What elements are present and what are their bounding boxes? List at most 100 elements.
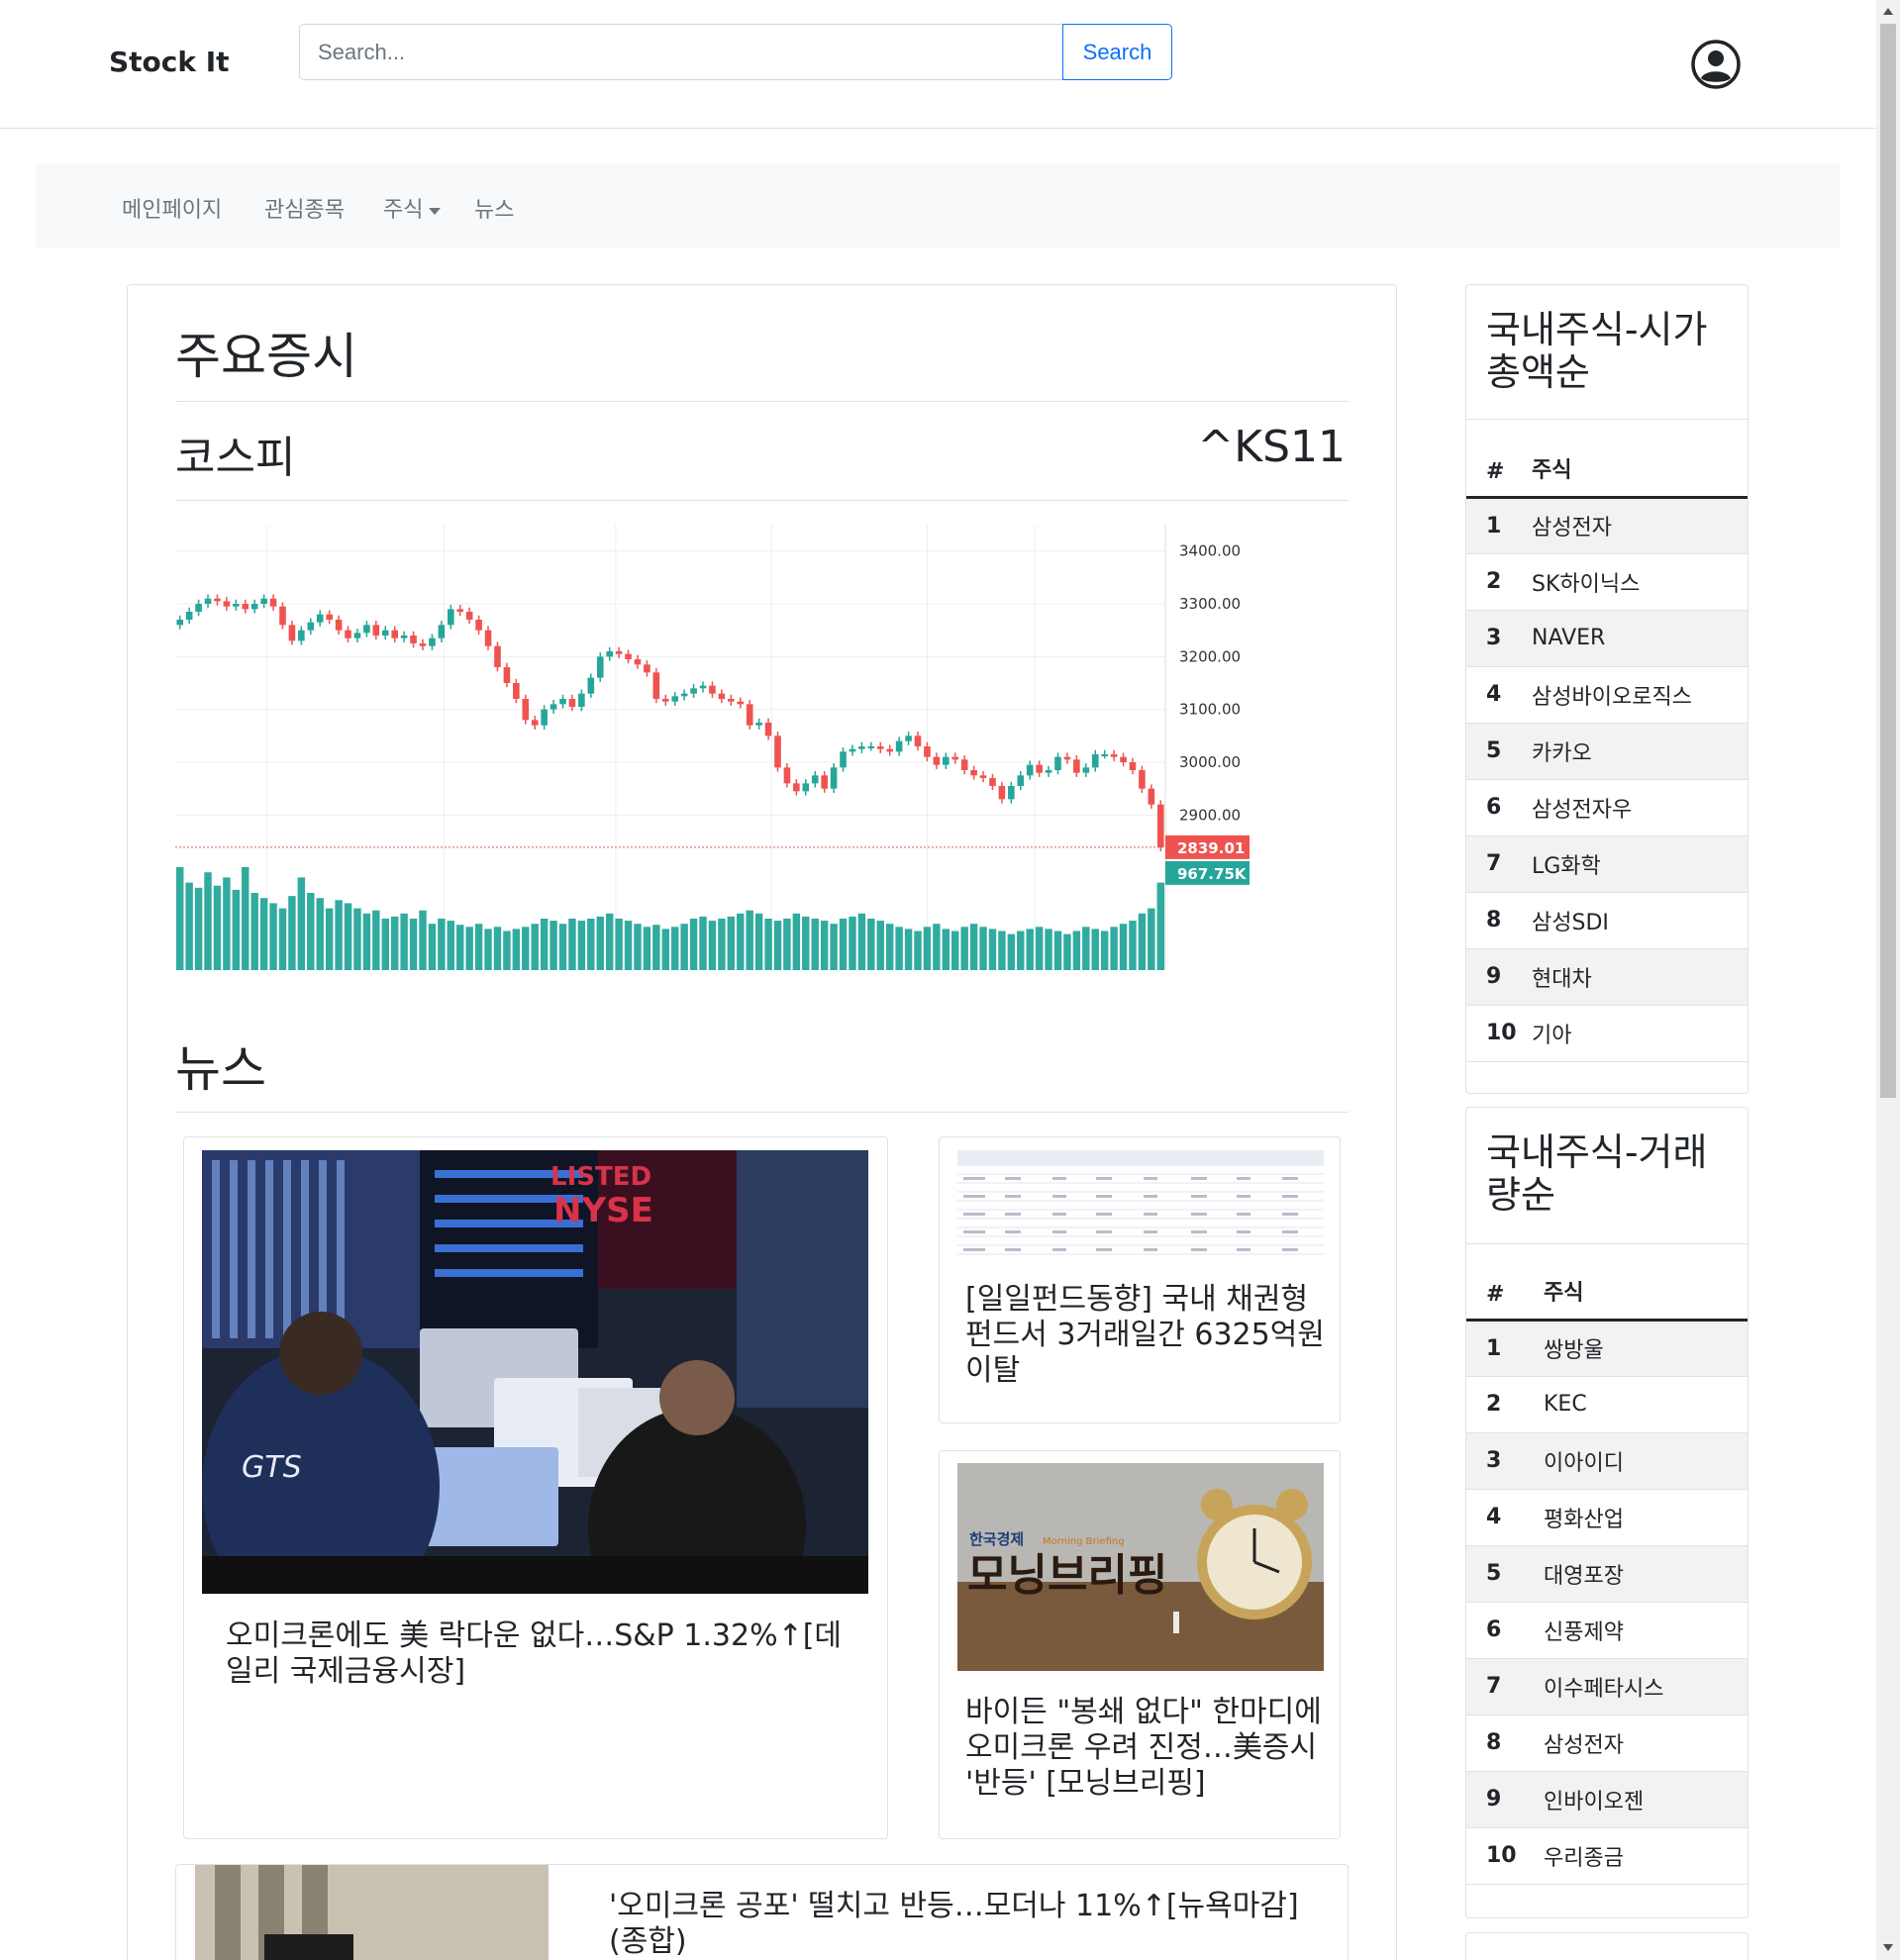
news-card[interactable]: 한국경제 Morning Briefing 모닝브리핑 바이든 "봉쇄 없다" … (939, 1450, 1341, 1839)
table-row[interactable]: 2 KEC (1466, 1376, 1748, 1433)
volume-bar (802, 916, 810, 970)
news-card[interactable]: [일일펀드동향] 국내 채권형펀드서 3거래일간 6325억원 이탈 (939, 1136, 1341, 1423)
vertical-scrollbar[interactable] (1876, 0, 1900, 1960)
table-row[interactable]: 8 삼성전자 (1466, 1715, 1748, 1772)
stock-name-cell[interactable]: SK하이닉스 (1532, 553, 1748, 611)
stock-name-cell[interactable]: 인바이오젠 (1532, 1771, 1748, 1828)
scroll-thumb[interactable] (1880, 24, 1896, 1098)
stock-name-cell[interactable]: 삼성바이오로직스 (1532, 666, 1748, 724)
scroll-down-arrow-icon[interactable] (1883, 1944, 1893, 1951)
volume-bar (1082, 927, 1090, 970)
candle-body (176, 620, 184, 626)
user-circle-icon[interactable] (1690, 39, 1742, 90)
nav-item-stocks-label: 주식 (383, 198, 424, 223)
table-row[interactable]: 6 신풍제약 (1466, 1602, 1748, 1659)
volume-bar (960, 927, 968, 970)
volume-bar (661, 929, 669, 970)
news-card[interactable]: LISTED NYSE GTS 오미크론에도 美 락다운 없다…S&P 1.32… (183, 1136, 888, 1839)
scroll-up-arrow-icon[interactable] (1883, 8, 1893, 15)
stock-name-cell[interactable]: 평화산업 (1532, 1489, 1748, 1546)
candle-body (951, 756, 959, 760)
news-title[interactable]: 바이든 "봉쇄 없다" 한마디에 오미크론 우려 진정…美증시 '반등' [모닝… (965, 1695, 1332, 1802)
stock-name-cell[interactable]: 삼성전자 (1532, 1715, 1748, 1772)
volume-bar (223, 877, 231, 970)
table-row[interactable]: 6 삼성전자우 (1466, 779, 1748, 836)
stock-name-cell[interactable]: 현대차 (1532, 948, 1748, 1006)
news-image[interactable] (957, 1150, 1324, 1259)
volume-bar (232, 889, 241, 970)
candle-body (764, 723, 772, 736)
stock-name-cell[interactable]: 기아 (1532, 1005, 1748, 1062)
stock-name-cell[interactable]: 삼성SDI (1532, 892, 1748, 949)
stock-name-cell[interactable]: 카카오 (1532, 723, 1748, 780)
search-input[interactable] (299, 24, 1063, 80)
volume-bar (447, 921, 455, 970)
news-image[interactable]: 한국경제 Morning Briefing 모닝브리핑 (957, 1463, 1324, 1671)
candle-body (1120, 756, 1127, 762)
news-title[interactable]: [일일펀드동향] 국내 채권형펀드서 3거래일간 6325억원 이탈 (965, 1282, 1332, 1389)
rank-cell: 10 (1466, 1827, 1532, 1885)
news-card[interactable]: '오미크론 공포' 떨치고 반등…모더나 11%↑[뉴욕마감](종합) (175, 1864, 1349, 1960)
news-title[interactable]: '오미크론 공포' 떨치고 반등…모더나 11%↑[뉴욕마감](종합) (609, 1889, 1302, 1960)
nav-item-watchlist[interactable]: 관심종목 (264, 192, 345, 224)
table-row[interactable]: 3 이아이디 (1466, 1432, 1748, 1490)
table-row[interactable]: 7 LG화학 (1466, 835, 1748, 893)
candle-body (223, 601, 231, 607)
table-row[interactable]: 4 삼성바이오로직스 (1466, 666, 1748, 724)
nav-item-news[interactable]: 뉴스 (474, 192, 514, 224)
volume-bar (708, 921, 717, 970)
volume-bar (615, 919, 623, 970)
table-row[interactable]: 9 인바이오젠 (1466, 1771, 1748, 1828)
candle-body (195, 604, 202, 612)
nav-item-stocks[interactable]: 주식 (383, 192, 442, 224)
brand-logo[interactable]: Stock It (109, 46, 230, 78)
volume-bar (923, 927, 932, 970)
stock-name-cell[interactable]: 대영포장 (1532, 1545, 1748, 1603)
table-row[interactable]: 10 우리종금 (1466, 1827, 1748, 1885)
image-text-listed: LISTED (550, 1162, 651, 1192)
kospi-chart[interactable]: 3400.00 3300.00 3200.00 3100.00 3000.00 2900.… (175, 525, 1250, 1004)
volume-bar (484, 929, 492, 970)
table-row[interactable]: 3 NAVER (1466, 610, 1748, 667)
volume-bar (634, 924, 642, 970)
last-volume-label: 967.75K (1177, 865, 1248, 883)
stock-name-cell[interactable]: 삼성전자우 (1532, 779, 1748, 836)
stock-name-cell[interactable]: 신풍제약 (1532, 1602, 1748, 1659)
candlestick-chart[interactable]: 3400.00 3300.00 3200.00 3100.00 3000.00 2900.… (175, 525, 1250, 1004)
news-image[interactable] (195, 1865, 549, 1960)
candle-body (381, 630, 389, 636)
table-row[interactable]: 4 평화산업 (1466, 1489, 1748, 1546)
search-button[interactable]: Search (1062, 24, 1172, 80)
table-row[interactable]: 9 현대차 (1466, 948, 1748, 1006)
table-row[interactable]: 10 기아 (1466, 1005, 1748, 1062)
news-image[interactable]: LISTED NYSE GTS (202, 1150, 868, 1594)
table-row[interactable]: 1 삼성전자 (1466, 497, 1748, 554)
candle-body (905, 735, 912, 741)
candle-body (802, 783, 810, 792)
table-row[interactable]: 1 쌍방울 (1466, 1320, 1748, 1377)
col-rank-header: # (1466, 440, 1532, 499)
volume-bar (596, 916, 604, 970)
candle-body (541, 709, 548, 726)
rank-cell: 6 (1466, 779, 1532, 836)
volume-bar (643, 927, 651, 970)
stock-name-cell[interactable]: 우리종금 (1532, 1827, 1748, 1885)
stock-name-cell[interactable]: 쌍방울 (1532, 1320, 1748, 1377)
news-title[interactable]: 오미크론에도 美 락다운 없다…S&P 1.32%↑[데일리 국제금융시장] (226, 1618, 859, 1690)
stock-name-cell[interactable]: LG화학 (1532, 835, 1748, 893)
stock-name-cell[interactable]: 이수페타시스 (1532, 1658, 1748, 1715)
stock-name-cell[interactable]: 이아이디 (1532, 1432, 1748, 1490)
stock-name-cell[interactable]: NAVER (1532, 610, 1748, 667)
stock-name-cell[interactable]: 삼성전자 (1532, 497, 1748, 554)
table-row[interactable]: 7 이수페타시스 (1466, 1658, 1748, 1715)
table-row[interactable]: 5 대영포장 (1466, 1545, 1748, 1603)
candle-body (849, 748, 856, 752)
table-row[interactable]: 8 삼성SDI (1466, 892, 1748, 949)
nav-item-main[interactable]: 메인페이지 (122, 192, 222, 224)
volume-bar (400, 913, 408, 970)
table-row[interactable]: 2 SK하이닉스 (1466, 553, 1748, 611)
table-row[interactable]: 5 카카오 (1466, 723, 1748, 780)
volume-bar (680, 924, 688, 970)
volume-bar (1035, 927, 1044, 970)
stock-name-cell[interactable]: KEC (1532, 1376, 1748, 1433)
